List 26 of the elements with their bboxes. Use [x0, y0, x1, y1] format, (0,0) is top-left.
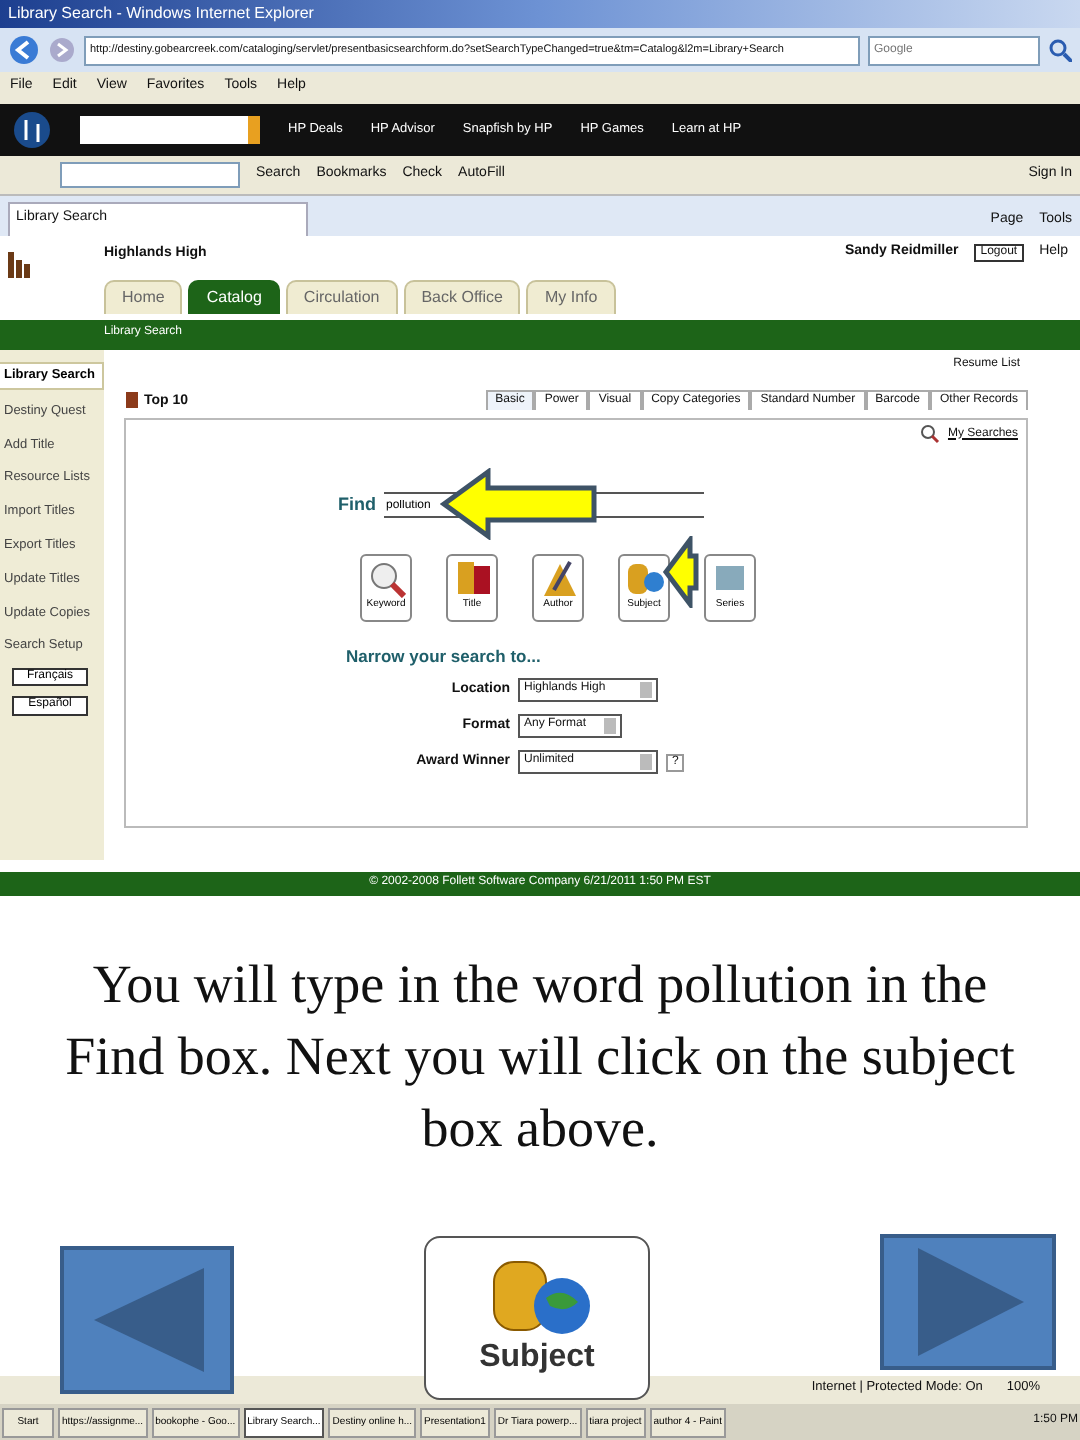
magnifier-icon [919, 424, 940, 445]
pen-icon [538, 558, 578, 599]
nav-tab[interactable]: My Info [526, 280, 616, 314]
logo-icon [6, 248, 34, 280]
nav-tab[interactable]: Back Office [403, 280, 521, 314]
next-slide-button[interactable] [880, 1234, 1056, 1370]
magnifier-icon [366, 558, 406, 599]
pointer-arrow [662, 536, 702, 608]
find-label: Find [338, 494, 376, 517]
book-icon [124, 390, 140, 411]
back-icon[interactable] [8, 34, 40, 66]
book-icon [452, 558, 492, 599]
google-search-field[interactable] [60, 162, 240, 188]
nav-tab[interactable]: Home [104, 280, 183, 314]
window-title: Library Search - Windows Internet Explorer [0, 0, 1080, 28]
hp-search-field[interactable] [80, 116, 260, 144]
previous-slide-button[interactable] [60, 1246, 234, 1394]
search-icon[interactable] [1048, 38, 1072, 62]
subject-button[interactable]: Subject [424, 1236, 650, 1400]
nav-tab[interactable]: Circulation [285, 280, 398, 314]
caption-text: You will type in the word pollution in the Find box. Next you will click on the subject box above. [63, 952, 1017, 1162]
nav-tab[interactable]: Catalog [188, 280, 280, 314]
narrow-heading: Narrow your search to... [346, 646, 543, 667]
forward-icon[interactable] [48, 36, 76, 64]
logo-icon[interactable] [12, 110, 52, 150]
letter-globe-icon [624, 558, 664, 599]
